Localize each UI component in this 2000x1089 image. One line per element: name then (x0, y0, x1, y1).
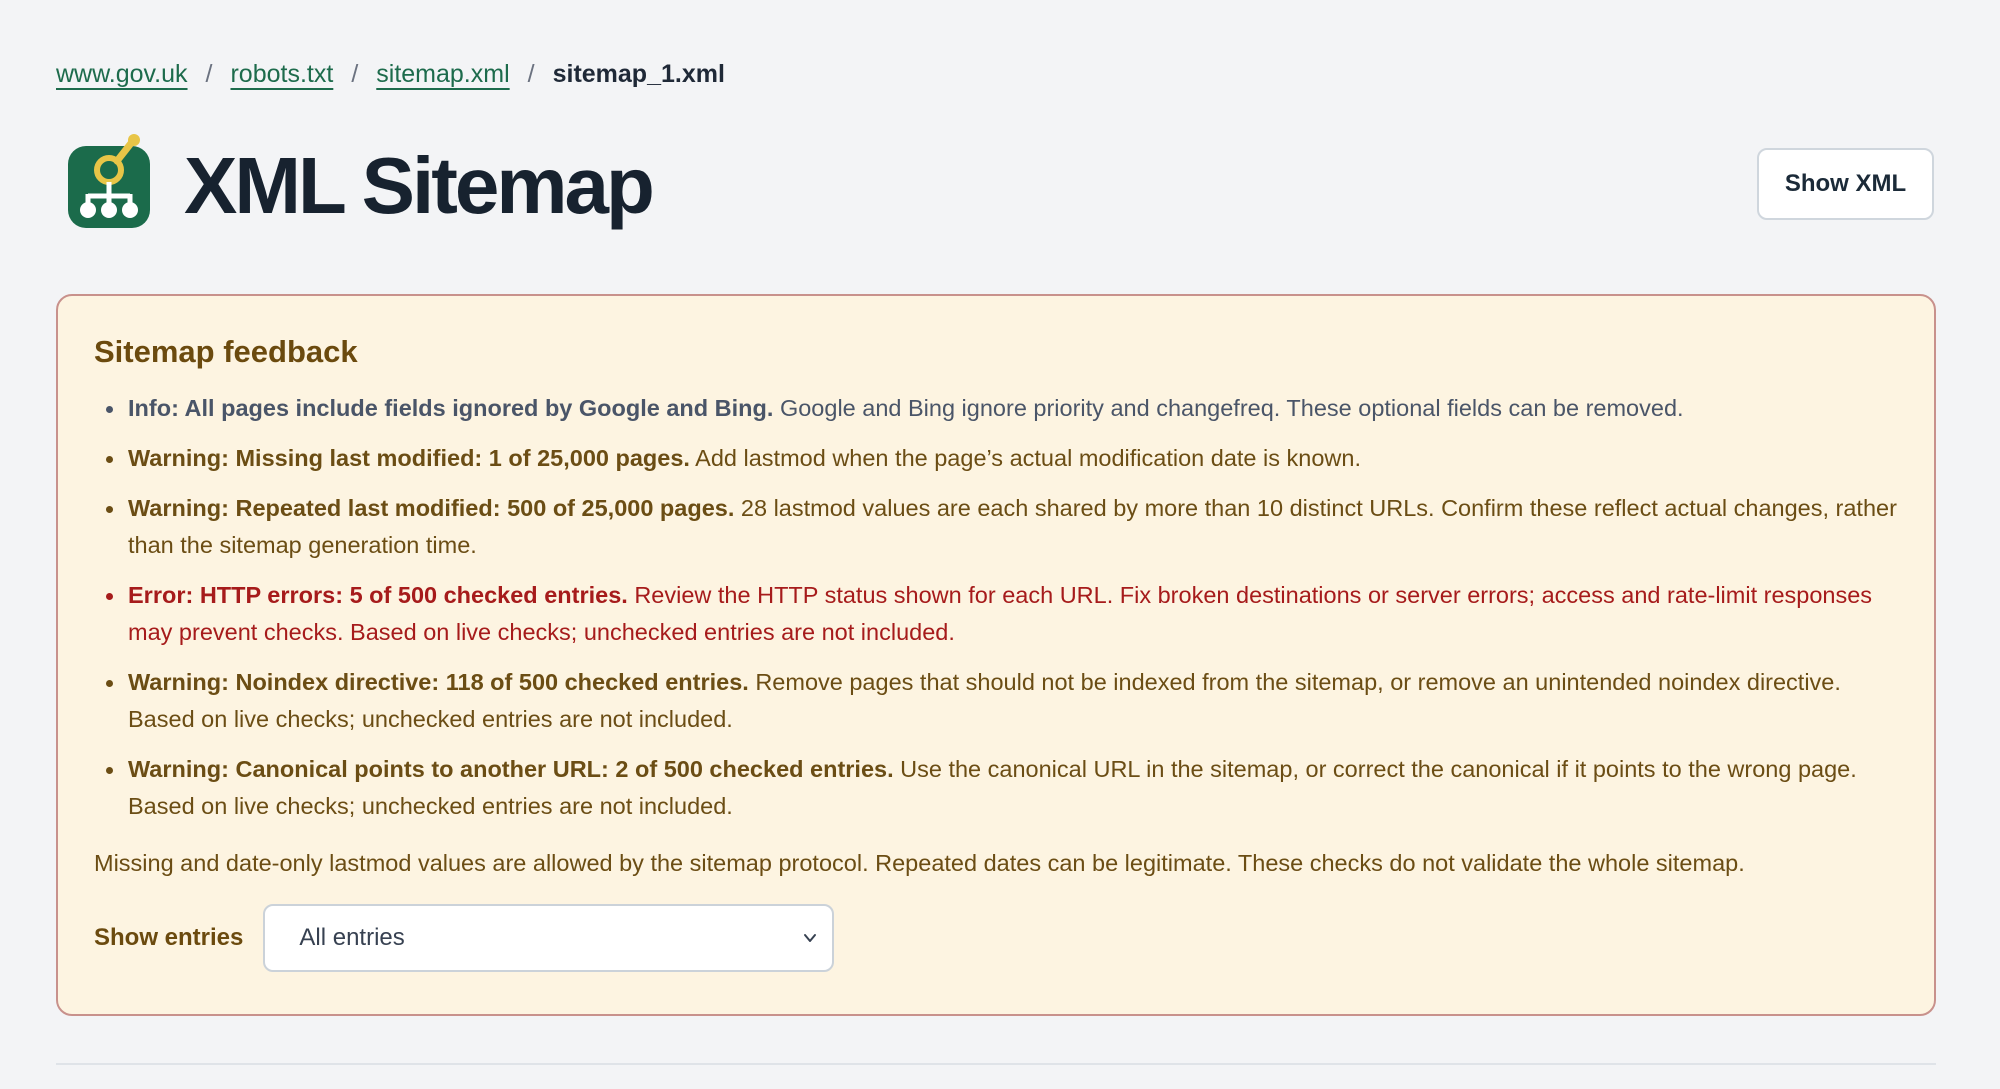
feedback-item-text: Google and Bing ignore priority and chan… (773, 395, 1684, 421)
feedback-title: Sitemap feedback (94, 334, 358, 369)
feedback-item-warning-noindex: Warning: Noindex directive: 118 of 500 c… (94, 664, 1898, 738)
breadcrumb-current: sitemap_1.xml (552, 59, 725, 88)
feedback-item-heading: Warning: Canonical points to another URL… (128, 756, 894, 782)
breadcrumb-link-sitemap[interactable]: sitemap.xml (376, 60, 509, 89)
breadcrumb-link-robots[interactable]: robots.txt (230, 60, 333, 89)
show-entries-label: Show entries (94, 924, 244, 951)
page-title: XML Sitemap (184, 141, 655, 230)
chevron-down-icon (804, 934, 817, 942)
feedback-item-heading: Warning: Noindex directive: 118 of 500 c… (128, 669, 749, 695)
feedback-item-warning-repeated-lastmod: Warning: Repeated last modified: 500 of … (94, 490, 1898, 564)
breadcrumb-link-gov-uk[interactable]: www.gov.uk (56, 60, 188, 89)
feedback-item-heading: Info: All pages include fields ignored b… (128, 395, 774, 421)
sitemap-feedback-panel: Sitemap feedback Info: All pages include… (56, 294, 1936, 1016)
show-entries-selected-value: All entries (299, 924, 405, 951)
divider (56, 1063, 1936, 1065)
show-entries-select[interactable]: All entries (263, 904, 835, 972)
feedback-item-heading: Warning: Repeated last modified: 500 of … (128, 495, 735, 521)
feedback-list: Info: All pages include fields ignored b… (94, 390, 1898, 825)
feedback-item-warning-missing-lastmod: Warning: Missing last modified: 1 of 25,… (94, 440, 1898, 477)
breadcrumb-separator: / (527, 59, 535, 88)
show-entries-filter: Show entries All entries (94, 904, 1898, 972)
feedback-item-warning-canonical: Warning: Canonical points to another URL… (94, 751, 1898, 825)
sitemap-search-icon (68, 134, 150, 228)
feedback-item-text: Add lastmod when the page’s actual modif… (689, 445, 1361, 471)
breadcrumb-separator: / (205, 59, 213, 88)
feedback-note: Missing and date-only lastmod values are… (94, 850, 1745, 876)
feedback-item-info-ignored-fields: Info: All pages include fields ignored b… (94, 390, 1898, 427)
breadcrumb-separator: / (351, 59, 359, 88)
feedback-item-error-http: Error: HTTP errors: 5 of 500 checked ent… (94, 577, 1898, 651)
show-xml-button[interactable]: Show XML (1757, 148, 1934, 220)
breadcrumb: www.gov.uk / robots.txt / sitemap.xml / … (56, 56, 725, 92)
feedback-item-heading: Warning: Missing last modified: 1 of 25,… (128, 445, 690, 471)
feedback-item-heading: Error: HTTP errors: 5 of 500 checked ent… (128, 582, 628, 608)
